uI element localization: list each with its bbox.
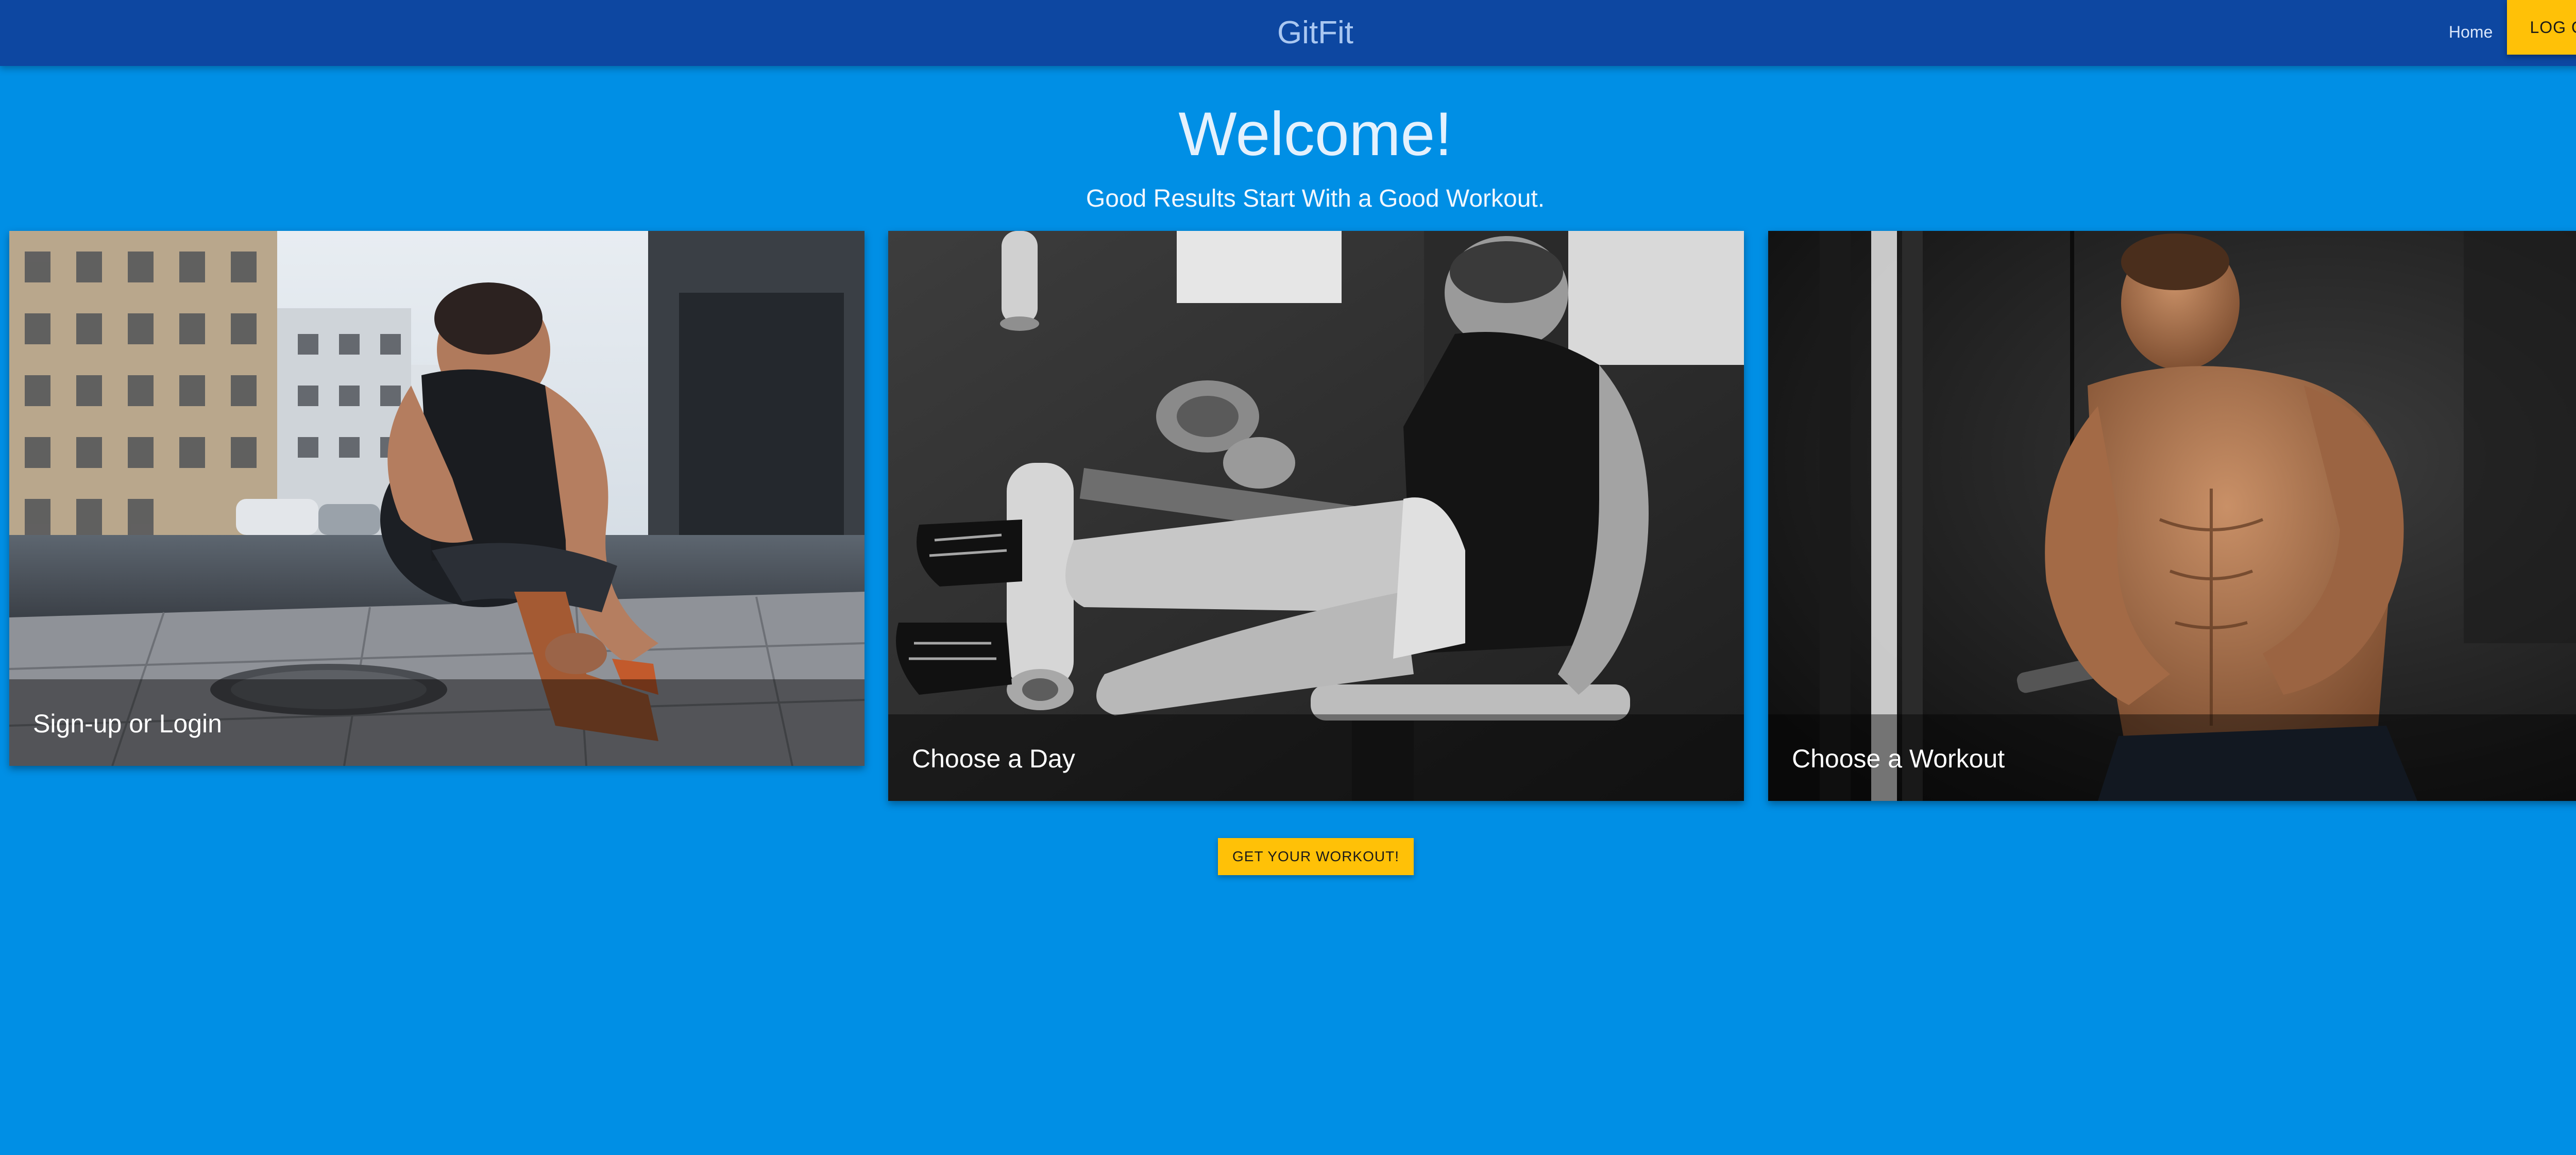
card-caption: Sign-up or Login bbox=[33, 709, 222, 738]
page-title: Welcome! bbox=[1178, 99, 1452, 169]
card-caption: Choose a Workout bbox=[1792, 744, 2005, 773]
card-caption-bar: Choose a Workout bbox=[1768, 714, 2576, 801]
page-subtitle: Good Results Start With a Good Workout. bbox=[1086, 185, 1545, 212]
card-choose-workout[interactable]: Choose a Workout bbox=[1768, 231, 2576, 801]
top-navbar: GitFit Home LOG OUT bbox=[0, 0, 2576, 66]
nav-home-link[interactable]: Home bbox=[2449, 22, 2493, 42]
card-signup-login[interactable]: Sign-up or Login bbox=[9, 231, 865, 766]
brand-title[interactable]: GitFit bbox=[0, 14, 2576, 52]
card-caption-bar: Sign-up or Login bbox=[9, 679, 865, 766]
logout-button[interactable]: LOG OUT bbox=[2507, 0, 2576, 55]
get-workout-button[interactable]: GET YOUR WORKOUT! bbox=[1218, 838, 1414, 875]
card-caption: Choose a Day bbox=[912, 744, 1075, 773]
card-caption-bar: Choose a Day bbox=[888, 714, 1744, 801]
card-choose-day[interactable]: Choose a Day bbox=[888, 231, 1744, 801]
